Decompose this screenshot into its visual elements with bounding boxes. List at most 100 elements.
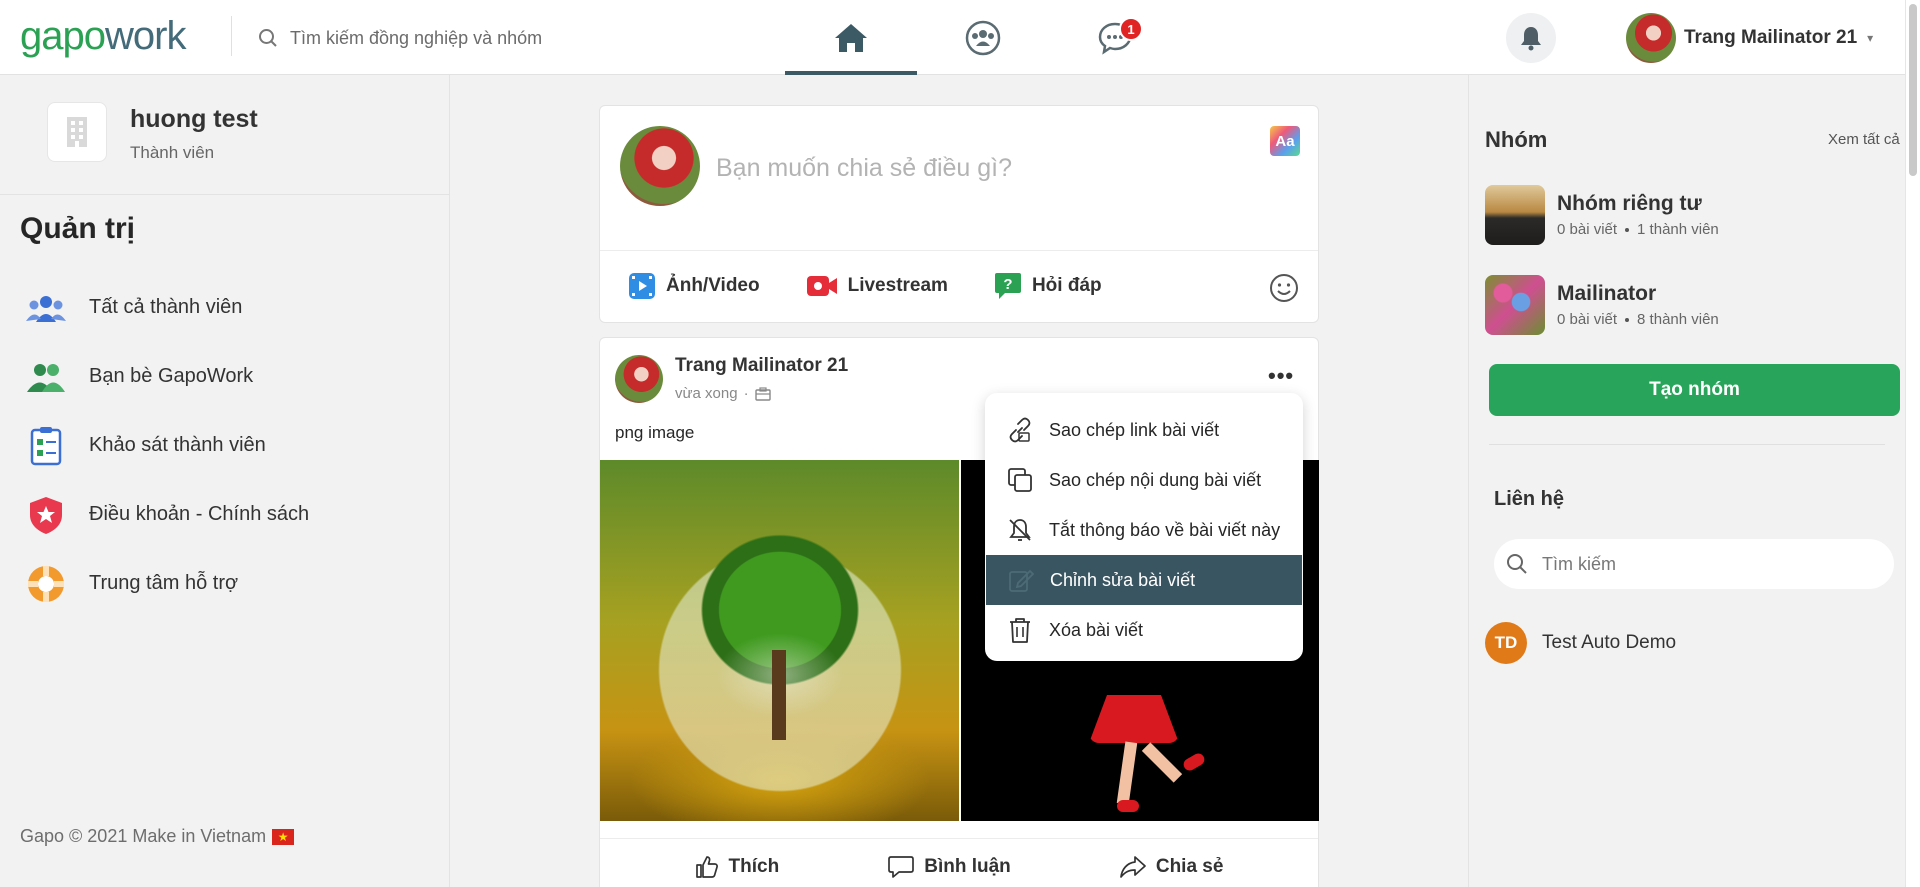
more-options-button[interactable]: ••• bbox=[1268, 363, 1294, 389]
photo-video-button[interactable]: Ảnh/Video bbox=[628, 272, 760, 300]
chevron-down-icon: ▾ bbox=[1867, 31, 1874, 45]
home-icon bbox=[835, 23, 867, 52]
global-search[interactable]: Tìm kiếm đồng nghiệp và nhóm bbox=[258, 22, 542, 54]
company-card[interactable]: huong test Thành viên bbox=[0, 75, 450, 195]
like-button[interactable]: Thích bbox=[695, 855, 780, 879]
menu-item-mute-notifications[interactable]: Tắt thông báo về bài viết này bbox=[985, 505, 1303, 555]
page-scrollbar[interactable] bbox=[1905, 0, 1920, 887]
image-detail bbox=[772, 650, 786, 740]
edit-icon bbox=[1006, 565, 1036, 595]
image-detail bbox=[1116, 741, 1138, 805]
bell-icon bbox=[1521, 27, 1541, 51]
sidebar-item-label: Trung tâm hỗ trợ bbox=[89, 572, 239, 594]
composer-input[interactable]: Bạn muốn chia sẻ điều gì? bbox=[716, 154, 1012, 183]
group-thumbnail bbox=[1485, 185, 1545, 245]
sidebar-item-all-members[interactable]: Tất cả thành viên bbox=[24, 273, 309, 342]
sidebar-item-gapowork-friends[interactable]: Bạn bè GapoWork bbox=[24, 342, 309, 411]
menu-item-copy-content[interactable]: Sao chép nội dung bài viết bbox=[985, 455, 1303, 505]
group-posts: 0 bài viết bbox=[1557, 221, 1618, 238]
menu-item-label: Chỉnh sửa bài viết bbox=[1050, 569, 1196, 590]
emoji-icon[interactable] bbox=[1268, 272, 1300, 304]
groups-title: Nhóm bbox=[1485, 127, 1548, 152]
meta-dot bbox=[1625, 228, 1630, 233]
livestream-button[interactable]: Livestream bbox=[806, 272, 948, 300]
sidebar-item-member-survey[interactable]: Khảo sát thành viên bbox=[24, 411, 309, 480]
qa-button[interactable]: ? Hỏi đáp bbox=[994, 272, 1102, 300]
group-item[interactable]: Nhóm riêng tư 0 bài viết 1 thành viên bbox=[1485, 185, 1719, 245]
contact-avatar: TD bbox=[1485, 622, 1527, 664]
scrollbar-thumb[interactable] bbox=[1909, 4, 1917, 176]
share-icon bbox=[1119, 856, 1146, 878]
see-all-groups-link[interactable]: Xem tất cả bbox=[1828, 131, 1900, 148]
comment-button[interactable]: Bình luận bbox=[888, 855, 1011, 879]
sidebar-item-terms-policy[interactable]: Điều khoản - Chính sách bbox=[24, 480, 309, 549]
post-content: png image bbox=[615, 423, 695, 442]
livestream-label: Livestream bbox=[847, 275, 948, 296]
members-icon bbox=[24, 286, 68, 330]
user-menu[interactable]: Trang Mailinator 21 ▾ bbox=[1626, 13, 1873, 63]
copy-link-icon bbox=[1005, 415, 1035, 445]
group-meta: 0 bài viết 1 thành viên bbox=[1557, 221, 1719, 238]
nav-home[interactable] bbox=[785, 0, 917, 75]
groups-icon bbox=[965, 20, 1001, 55]
nav-chat[interactable]: 1 bbox=[1049, 0, 1181, 75]
post-author[interactable]: Trang Mailinator 21 bbox=[675, 355, 848, 377]
group-meta: 0 bài viết 8 thành viên bbox=[1557, 311, 1719, 328]
share-button[interactable]: Chia sẻ bbox=[1119, 855, 1224, 879]
post-image-tree[interactable] bbox=[600, 460, 959, 821]
search-icon bbox=[259, 29, 277, 47]
contacts-search[interactable]: Tìm kiếm bbox=[1494, 539, 1894, 589]
logo-text-work: work bbox=[104, 14, 186, 58]
friends-icon bbox=[24, 355, 68, 399]
post-composer: Bạn muốn chia sẻ điều gì? Aa Ảnh/Video L… bbox=[599, 105, 1319, 323]
logo-text-gapo: gapo bbox=[20, 14, 106, 58]
top-bar: gapowork Tìm kiếm đồng nghiệp và nhóm 1 … bbox=[0, 0, 1920, 75]
menu-item-label: Sao chép nội dung bài viết bbox=[1049, 469, 1262, 490]
group-thumbnail bbox=[1485, 275, 1545, 335]
search-icon bbox=[1507, 554, 1527, 574]
gapowork-logo[interactable]: gapowork bbox=[20, 14, 186, 59]
contact-name: Test Auto Demo bbox=[1542, 632, 1677, 653]
search-placeholder: Tìm kiếm đồng nghiệp và nhóm bbox=[290, 27, 543, 48]
group-item[interactable]: Mailinator 0 bài viết 8 thành viên bbox=[1485, 275, 1719, 335]
sidebar-item-support-center[interactable]: Trung tâm hỗ trợ bbox=[24, 549, 309, 618]
footer-text: Gapo © 2021 Make in Vietnam bbox=[20, 826, 267, 846]
post-meta: vừa xong · bbox=[675, 385, 771, 402]
image-detail bbox=[1181, 751, 1207, 773]
image-detail bbox=[1089, 695, 1179, 743]
survey-icon bbox=[24, 424, 68, 468]
post-time: vừa xong bbox=[675, 385, 738, 402]
post-divider bbox=[600, 838, 1318, 839]
avatar[interactable] bbox=[615, 355, 663, 403]
menu-item-delete-post[interactable]: Xóa bài viết bbox=[985, 605, 1303, 655]
comment-label: Bình luận bbox=[924, 856, 1011, 877]
qa-icon: ? bbox=[994, 273, 1021, 299]
company-role: Thành viên bbox=[130, 143, 215, 162]
avatar bbox=[1626, 13, 1676, 63]
share-label: Chia sẻ bbox=[1155, 856, 1224, 877]
contacts-title: Liên hệ bbox=[1494, 488, 1565, 510]
sidebar-item-label: Điều khoản - Chính sách bbox=[89, 503, 310, 525]
create-group-button[interactable]: Tạo nhóm bbox=[1489, 364, 1900, 416]
nav-groups[interactable] bbox=[917, 0, 1049, 75]
group-name: Mailinator bbox=[1557, 282, 1657, 305]
menu-item-copy-link[interactable]: Sao chép link bài viết bbox=[985, 405, 1303, 455]
trash-icon bbox=[1005, 615, 1035, 645]
admin-menu: Tất cả thành viên Bạn bè GapoWork Khảo s… bbox=[24, 273, 309, 618]
bell-off-icon bbox=[1005, 515, 1035, 545]
comment-icon bbox=[888, 856, 915, 878]
livestream-icon bbox=[806, 276, 837, 296]
notifications-button[interactable] bbox=[1506, 13, 1556, 63]
menu-item-edit-post[interactable]: Chỉnh sửa bài viết bbox=[986, 555, 1302, 605]
group-members: 1 thành viên bbox=[1637, 221, 1719, 238]
company-name: huong test bbox=[130, 105, 258, 133]
meta-dot bbox=[1625, 318, 1630, 323]
font-style-button[interactable]: Aa bbox=[1270, 126, 1300, 156]
like-label: Thích bbox=[728, 856, 780, 877]
building-icon bbox=[47, 102, 107, 162]
contacts-search-placeholder: Tìm kiếm bbox=[1542, 553, 1616, 574]
footer: Gapo © 2021 Make in Vietnam ★ bbox=[20, 826, 295, 847]
composer-actions: Ảnh/Video Livestream ? Hỏi đáp bbox=[628, 272, 1102, 300]
contact-item[interactable]: TD Test Auto Demo bbox=[1485, 622, 1676, 664]
photo-video-icon bbox=[629, 273, 655, 299]
